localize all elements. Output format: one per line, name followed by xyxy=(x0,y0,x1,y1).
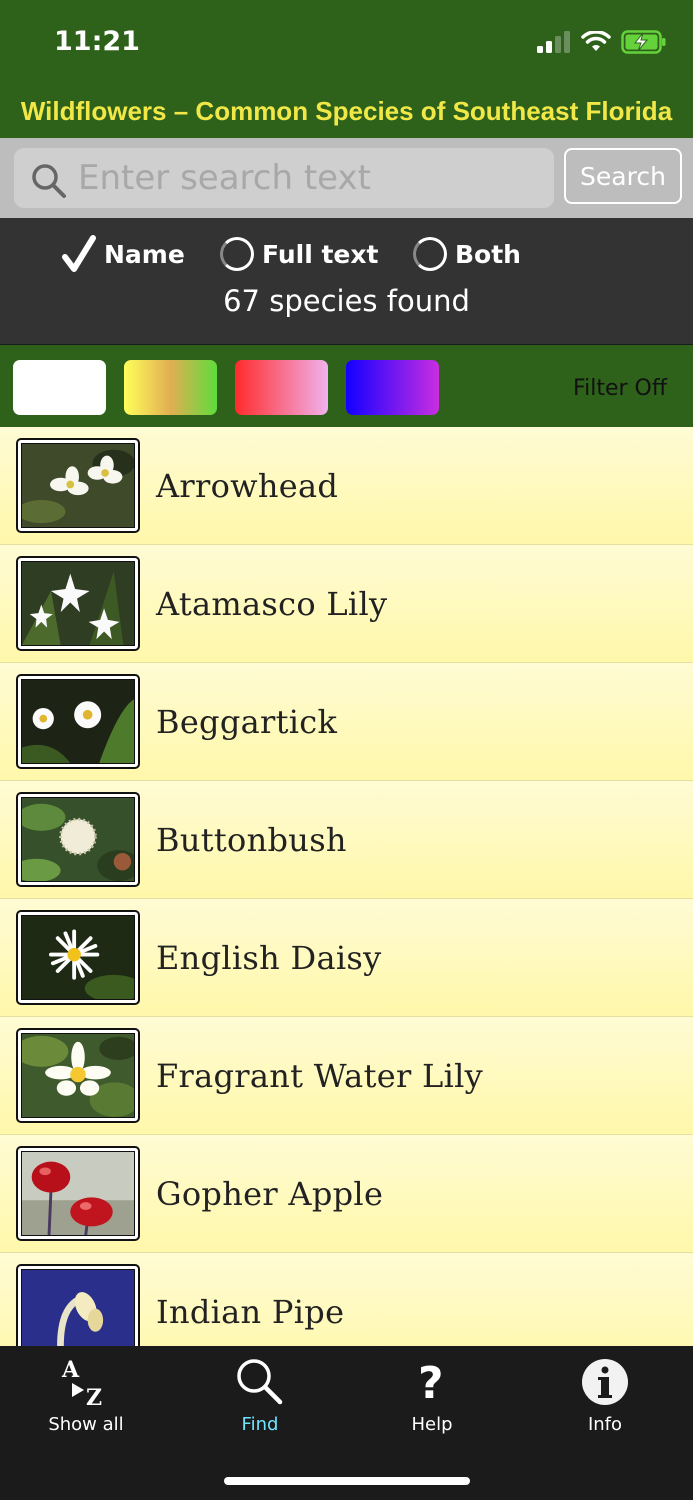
species-thumbnail xyxy=(16,438,140,533)
search-field[interactable] xyxy=(14,148,554,208)
search-icon xyxy=(237,1359,283,1405)
radio-unselected-icon xyxy=(413,237,447,271)
tab-help-label: Help xyxy=(411,1414,453,1435)
tab-help[interactable]: ? Help xyxy=(362,1354,502,1444)
species-list: Arrowhead Atamasco Lily Beggartick Butto… xyxy=(0,427,693,1346)
species-name: Fragrant Water Lily xyxy=(156,1057,484,1095)
species-name: Indian Pipe xyxy=(156,1293,345,1331)
filter-swatch-red-pink[interactable] xyxy=(235,360,328,415)
app-title: Wildflowers – Common Species of Southeas… xyxy=(20,96,673,126)
species-row[interactable]: Atamasco Lily xyxy=(0,545,693,663)
home-indicator xyxy=(224,1477,470,1485)
filter-swatch-white[interactable] xyxy=(13,360,106,415)
svg-text:Z: Z xyxy=(86,1385,102,1409)
species-name: Arrowhead xyxy=(156,467,339,505)
battery-charging-icon xyxy=(621,30,666,54)
species-name: Gopher Apple xyxy=(156,1175,384,1213)
filter-swatch-blue-purple[interactable] xyxy=(346,360,439,415)
a-to-z-icon: A Z xyxy=(61,1357,102,1409)
species-row[interactable]: English Daisy xyxy=(0,899,693,1017)
tab-show-all-label: Show all xyxy=(48,1414,124,1435)
color-filter-bar: Filter Off xyxy=(0,345,693,427)
species-row[interactable]: Beggartick xyxy=(0,663,693,781)
species-name: Atamasco Lily xyxy=(156,585,388,623)
species-name: Buttonbush xyxy=(156,821,347,859)
option-both-label: Both xyxy=(455,239,521,269)
species-thumbnail xyxy=(16,792,140,887)
search-button[interactable]: Search xyxy=(564,148,682,204)
info-icon xyxy=(582,1359,628,1405)
wifi-icon xyxy=(581,31,611,51)
species-thumbnail xyxy=(16,1146,140,1241)
species-row[interactable]: Indian Pipe xyxy=(0,1253,693,1346)
checkmark-icon xyxy=(62,235,96,272)
species-row[interactable]: Buttonbush xyxy=(0,781,693,899)
status-icons xyxy=(537,30,667,54)
search-input[interactable] xyxy=(78,156,538,200)
species-row[interactable]: Gopher Apple xyxy=(0,1135,693,1253)
filter-status-label[interactable]: Filter Off xyxy=(573,376,667,401)
question-icon: ? xyxy=(418,1358,444,1408)
option-both[interactable]: Both xyxy=(413,232,521,276)
species-name: Beggartick xyxy=(156,703,338,741)
signal-icon xyxy=(537,31,570,53)
search-icon xyxy=(32,164,66,198)
svg-text:?: ? xyxy=(418,1358,444,1408)
option-full-text-label: Full text xyxy=(262,239,379,269)
species-row[interactable]: Arrowhead xyxy=(0,427,693,545)
filter-swatch-yellow[interactable] xyxy=(124,360,217,415)
species-thumbnail xyxy=(16,1028,140,1123)
search-bar: Search xyxy=(0,138,693,218)
species-thumbnail xyxy=(16,1264,140,1346)
species-thumbnail xyxy=(16,556,140,651)
species-name: English Daisy xyxy=(156,939,382,977)
svg-text:A: A xyxy=(61,1357,80,1383)
tab-info[interactable]: Info xyxy=(535,1354,675,1444)
tab-find-label: Find xyxy=(241,1414,279,1435)
species-thumbnail xyxy=(16,674,140,769)
radio-unselected-icon xyxy=(220,237,254,271)
option-name-label: Name xyxy=(104,239,185,269)
status-time: 11:21 xyxy=(54,26,140,57)
search-mode-options: Name Full text Both xyxy=(0,232,693,276)
option-full-text[interactable]: Full text xyxy=(220,232,378,276)
tab-info-label: Info xyxy=(587,1414,623,1435)
search-mode-panel: Name Full text Both 67 species found xyxy=(0,218,693,344)
option-name[interactable]: Name xyxy=(62,232,185,276)
species-thumbnail xyxy=(16,910,140,1005)
app-title-bar: Wildflowers – Common Species of Southeas… xyxy=(0,84,693,138)
tab-show-all[interactable]: A Z Show all xyxy=(16,1354,156,1444)
species-row[interactable]: Fragrant Water Lily xyxy=(0,1017,693,1135)
species-count: 67 species found xyxy=(223,284,470,318)
tab-find[interactable]: Find xyxy=(190,1354,330,1444)
status-bar: 11:21 xyxy=(0,0,693,84)
